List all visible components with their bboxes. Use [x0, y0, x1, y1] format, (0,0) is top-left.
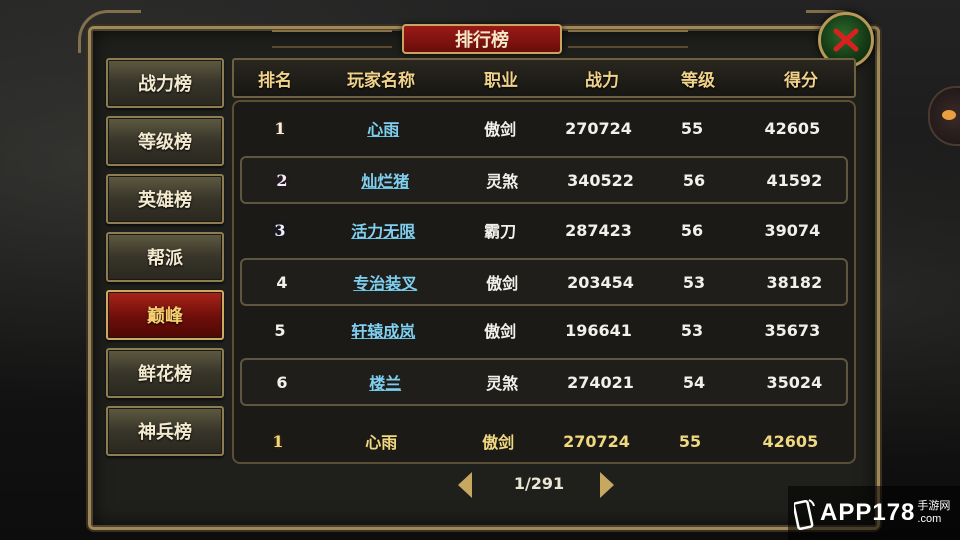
player-level: 54 — [682, 372, 706, 392]
my-player-score: 42605 — [762, 431, 819, 451]
title-wing-left — [272, 30, 392, 48]
rank-number: 3 — [274, 220, 286, 240]
header-power: 战力 — [585, 70, 619, 91]
player-score: 35024 — [766, 372, 823, 392]
player-name[interactable]: 轩辕成岚 — [320, 318, 447, 342]
tab-level-ranking[interactable]: 等级榜 — [106, 116, 224, 166]
pagination: 1/291 — [228, 470, 858, 500]
player-name[interactable]: 灿烂猪 — [322, 168, 449, 192]
rank-number: 4 — [276, 272, 288, 292]
ranking-table: 排名 玩家名称 职业 战力 等级 得分 1 心雨 傲剑 270724 55 42… — [228, 52, 858, 510]
page-indicator: 1/291 — [513, 474, 565, 493]
header-score: 得分 — [784, 70, 818, 91]
window-title: 排行榜 — [402, 24, 562, 54]
my-player-job: 傲剑 — [482, 433, 515, 452]
player-level: 56 — [682, 170, 706, 190]
my-ranking-row: 1 心雨 傲剑 270724 55 42605 — [238, 426, 842, 456]
my-rank-number: 1 — [272, 431, 284, 451]
rank-number: 5 — [274, 320, 286, 340]
my-player-power: 270724 — [563, 431, 630, 451]
ranking-rows: 1 心雨 傲剑 270724 55 42605 2 灿烂猪 灵煞 340522 … — [232, 100, 856, 464]
table-row[interactable]: 5 轩辕成岚 傲剑 196641 53 35673 — [240, 308, 844, 352]
rank-number: 2 — [276, 170, 288, 190]
watermark-sub1: 手游网 — [917, 500, 951, 512]
player-level: 55 — [680, 118, 704, 138]
player-score: 38182 — [766, 272, 823, 292]
player-power: 196641 — [565, 320, 632, 340]
table-row[interactable]: 2 灿烂猪 灵煞 340522 56 41592 — [240, 156, 848, 204]
player-job: 傲剑 — [486, 274, 519, 293]
tab-guild[interactable]: 帮派 — [106, 232, 224, 282]
frame-corner-ornament-left — [78, 10, 141, 53]
table-row[interactable]: 4 专治装叉 傲剑 203454 53 38182 — [240, 258, 848, 306]
player-name[interactable]: 心雨 — [320, 116, 447, 140]
site-watermark: APP178 手游网 .com — [788, 486, 960, 540]
player-score: 39074 — [764, 220, 821, 240]
rank-number: 6 — [276, 372, 288, 392]
player-job: 霸刀 — [484, 222, 517, 241]
player-power: 203454 — [567, 272, 634, 292]
player-power: 287423 — [565, 220, 632, 240]
watermark-sub2: .com — [917, 513, 942, 525]
tab-flower-ranking[interactable]: 鲜花榜 — [106, 348, 224, 398]
player-score: 42605 — [764, 118, 821, 138]
category-tabs: 战力榜 等级榜 英雄榜 帮派 巅峰 鲜花榜 神兵榜 — [106, 58, 224, 464]
table-header: 排名 玩家名称 职业 战力 等级 得分 — [232, 58, 856, 98]
arrow-left-icon[interactable] — [458, 472, 472, 498]
table-row[interactable]: 6 楼兰 灵煞 274021 54 35024 — [240, 358, 848, 406]
player-power: 270724 — [565, 118, 632, 138]
player-name[interactable]: 专治装叉 — [322, 270, 449, 294]
tab-hero-ranking[interactable]: 英雄榜 — [106, 174, 224, 224]
tab-weapon-ranking[interactable]: 神兵榜 — [106, 406, 224, 456]
title-wing-right — [568, 30, 688, 48]
my-player-name: 心雨 — [365, 433, 398, 452]
player-job: 灵煞 — [486, 374, 519, 393]
arrow-right-icon[interactable] — [600, 472, 614, 498]
header-job: 职业 — [484, 70, 518, 91]
my-player-level: 55 — [678, 431, 702, 451]
rank-number: 1 — [274, 118, 286, 138]
header-name: 玩家名称 — [347, 70, 415, 91]
player-level: 56 — [680, 220, 704, 240]
table-row[interactable]: 1 心雨 傲剑 270724 55 42605 — [240, 106, 844, 150]
phone-logo-icon — [794, 499, 815, 530]
player-score: 35673 — [764, 320, 821, 340]
player-name[interactable]: 楼兰 — [322, 370, 449, 394]
header-level: 等级 — [681, 70, 715, 91]
tab-power-ranking[interactable]: 战力榜 — [106, 58, 224, 108]
player-level: 53 — [680, 320, 704, 340]
player-job: 傲剑 — [484, 322, 517, 341]
player-name[interactable]: 活力无限 — [320, 218, 447, 242]
player-power: 340522 — [567, 170, 634, 190]
player-score: 41592 — [766, 170, 823, 190]
table-row[interactable]: 3 活力无限 霸刀 287423 56 39074 — [240, 208, 844, 252]
player-job: 傲剑 — [484, 120, 517, 139]
tab-peak[interactable]: 巅峰 — [106, 290, 224, 340]
watermark-brand: APP178 — [820, 499, 916, 526]
header-rank: 排名 — [258, 70, 292, 91]
player-job: 灵煞 — [486, 172, 519, 191]
player-power: 274021 — [567, 372, 634, 392]
player-level: 53 — [682, 272, 706, 292]
